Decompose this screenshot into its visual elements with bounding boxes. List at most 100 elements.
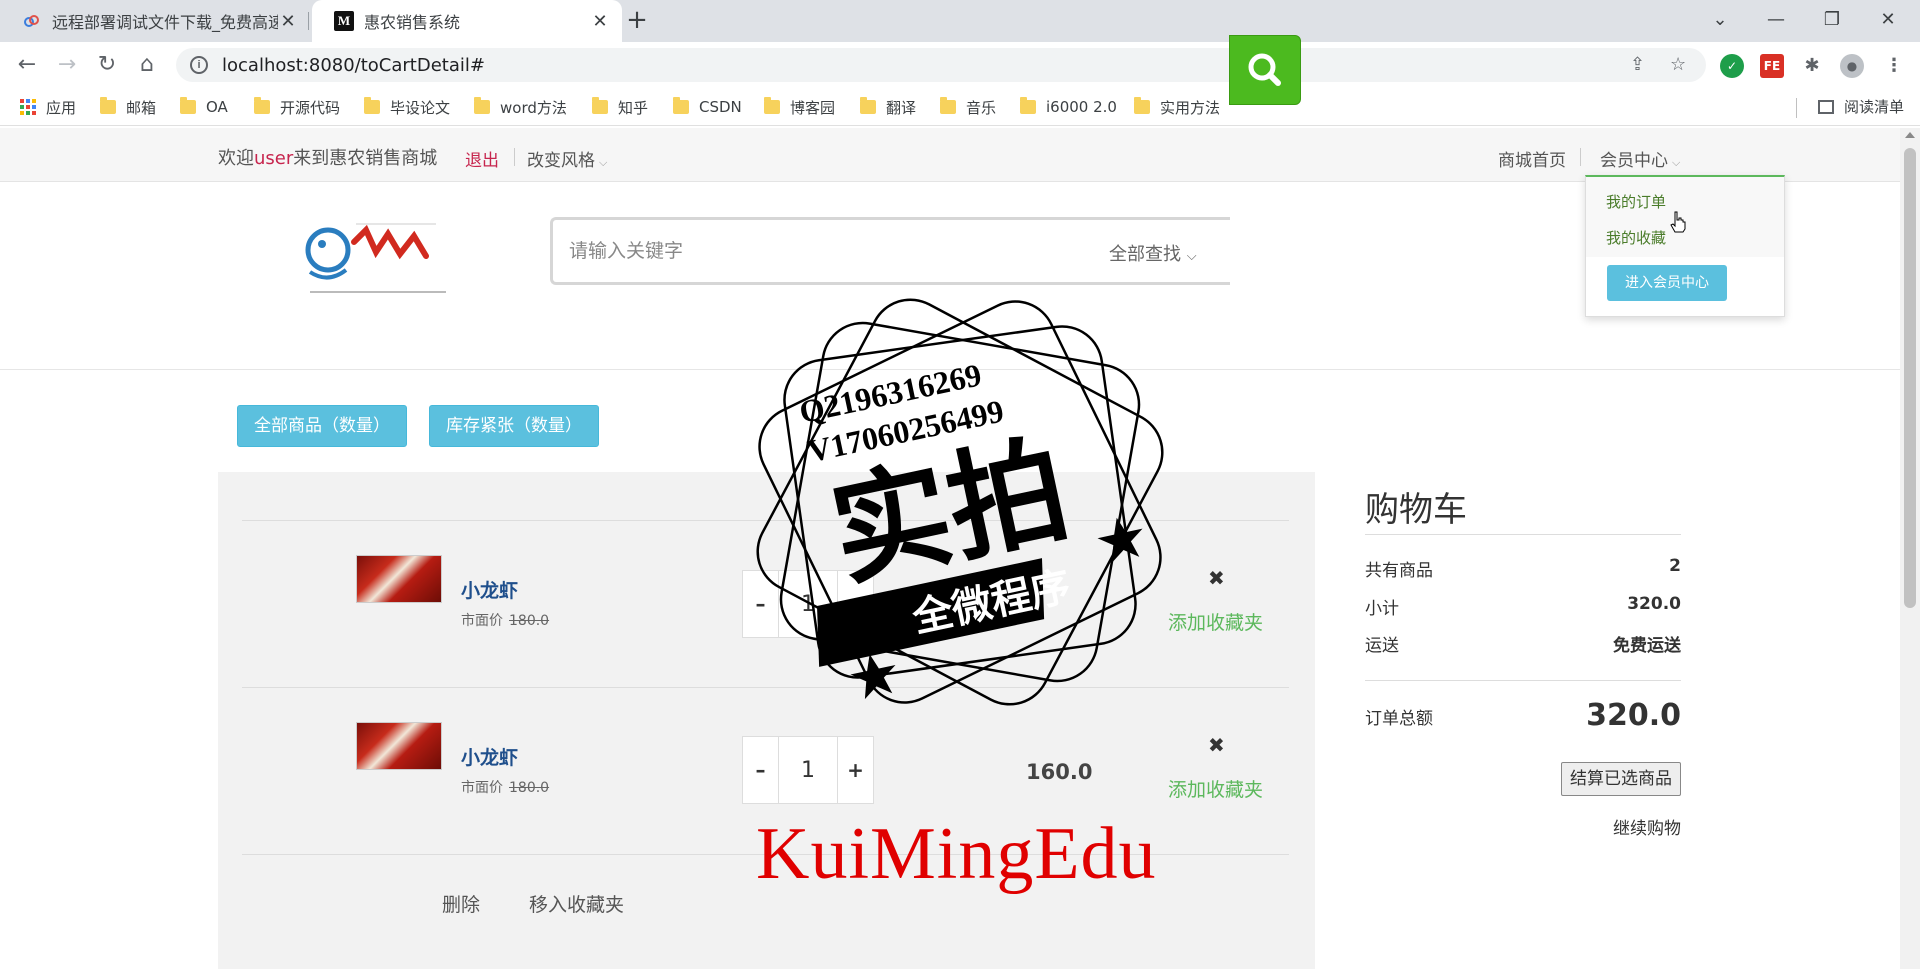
close-window-button[interactable]: ✕ xyxy=(1860,0,1916,42)
member-center-dropdown[interactable]: 会员中心 ⌵ xyxy=(1600,146,1680,171)
address-bar[interactable]: i localhost:8080/toCartDetail# ⇪ ☆ xyxy=(176,48,1706,82)
summary-divider xyxy=(1365,534,1681,535)
my-orders-link[interactable]: 我的订单 xyxy=(1606,191,1666,212)
folder-icon xyxy=(940,97,956,114)
share-icon[interactable]: ⇪ xyxy=(1630,54,1645,75)
checkout-button[interactable]: 结算已选商品 xyxy=(1561,762,1681,796)
welcome-suffix: 来到惠农销售商城 xyxy=(293,148,438,169)
browser-toolbar: ← → ↻ ⌂ i localhost:8080/toCartDetail# ⇪… xyxy=(0,42,1920,88)
decrease-button[interactable]: – xyxy=(743,737,779,803)
bookmark-label: 博客园 xyxy=(790,98,836,117)
home-icon[interactable]: ⌂ xyxy=(132,50,162,80)
logout-link[interactable]: 退出 xyxy=(465,146,499,171)
bookmark-folder[interactable]: 开源代码 xyxy=(254,96,340,118)
mall-home-link[interactable]: 商城首页 xyxy=(1498,146,1566,171)
item-price: 160.0 xyxy=(1026,760,1093,784)
minimize-button[interactable]: — xyxy=(1748,0,1804,42)
quantity-input[interactable] xyxy=(779,737,837,803)
fe-extension-icon[interactable]: FE xyxy=(1760,54,1784,78)
reload-icon[interactable]: ↻ xyxy=(92,50,122,80)
search-scope-label: 全部查找 xyxy=(1109,244,1181,265)
puzzle-extensions-icon[interactable]: ✱ xyxy=(1800,54,1824,78)
product-image[interactable] xyxy=(356,555,442,603)
bookmark-folder[interactable]: 博客园 xyxy=(764,96,835,118)
search-scope-select[interactable]: 全部查找 ⌵ xyxy=(1109,240,1197,266)
scroll-thumb[interactable] xyxy=(1904,148,1916,608)
product-name-link[interactable]: 小龙虾 xyxy=(461,576,518,603)
reading-list-button[interactable]: 阅读清单 xyxy=(1817,96,1904,117)
url-text: localhost:8080/toCartDetail# xyxy=(222,54,485,76)
folder-icon xyxy=(254,97,270,114)
market-price: 市面价 180.0 xyxy=(461,610,549,630)
tab-title: 远程部署调试文件下载_免费高速 xyxy=(52,13,278,32)
bookmark-apps[interactable]: 应用 xyxy=(20,96,76,118)
tab-remote-deploy[interactable]: 远程部署调试文件下载_免费高速 ✕ xyxy=(0,0,310,42)
search-button[interactable] xyxy=(1229,35,1301,105)
cart-title: 购物车 xyxy=(1365,490,1467,530)
bookmark-folder[interactable]: word方法 xyxy=(474,96,567,118)
new-tab-button[interactable]: + xyxy=(622,6,652,36)
bookmark-folder[interactable]: 知乎 xyxy=(592,96,648,118)
tab-close-icon[interactable]: ✕ xyxy=(590,11,610,32)
profile-avatar-icon[interactable]: ● xyxy=(1840,54,1864,78)
move-to-favorites-link[interactable]: 移入收藏夹 xyxy=(529,890,624,917)
reading-list-icon xyxy=(1817,99,1834,114)
bookmark-folder[interactable]: i6000 2.0 xyxy=(1020,96,1117,118)
tab-close-icon[interactable]: ✕ xyxy=(278,11,298,32)
market-price-label: 市面价 xyxy=(461,613,503,629)
bookmark-folder[interactable]: OA xyxy=(180,96,228,118)
product-image[interactable] xyxy=(356,722,442,770)
remove-item-icon[interactable]: ✖ xyxy=(1208,733,1225,757)
change-style-dropdown[interactable]: 改变风格 ⌵ xyxy=(527,146,607,171)
market-price-value: 180.0 xyxy=(509,780,550,796)
folder-icon xyxy=(1020,97,1036,114)
site-topbar: 欢迎user来到惠农销售商城 退出 改变风格 ⌵ 商城首页 会员中心 ⌵ xyxy=(0,128,1900,182)
low-stock-button[interactable]: 库存紧张（数量） xyxy=(429,405,599,447)
subtotal-value: 320.0 xyxy=(1627,594,1681,614)
folder-icon xyxy=(860,97,876,114)
increase-button[interactable]: + xyxy=(837,737,873,803)
folder-icon xyxy=(1134,97,1150,114)
bookmark-folder[interactable]: 毕设论文 xyxy=(364,96,450,118)
folder-icon xyxy=(764,97,780,114)
bookmark-folder[interactable]: 翻译 xyxy=(860,96,916,118)
page-scrollbar[interactable] xyxy=(1900,128,1920,969)
bookmark-label: 毕设论文 xyxy=(390,98,451,117)
bookmark-folder[interactable]: 音乐 xyxy=(940,96,996,118)
subtotal-label: 小计 xyxy=(1365,599,1399,619)
bookmark-folder[interactable]: 实用方法 xyxy=(1134,96,1220,118)
bookmark-star-icon[interactable]: ☆ xyxy=(1670,54,1686,75)
tab-huinong[interactable]: M 惠农销售系统 ✕ xyxy=(312,0,622,42)
add-to-favorites-link[interactable]: 添加收藏夹 xyxy=(1168,775,1263,802)
more-menu-icon[interactable]: ⋮ xyxy=(1882,54,1906,78)
my-favorites-link[interactable]: 我的收藏 xyxy=(1606,227,1666,248)
folder-icon xyxy=(673,97,689,114)
search-box: 全部查找 ⌵ xyxy=(550,217,1230,285)
chevron-down-icon: ⌵ xyxy=(599,156,608,169)
bookmark-label: 邮箱 xyxy=(126,98,157,117)
product-name-link[interactable]: 小龙虾 xyxy=(461,743,518,770)
delete-selected-link[interactable]: 删除 xyxy=(442,890,480,917)
remove-item-icon[interactable]: ✖ xyxy=(1208,566,1225,590)
back-arrow-icon[interactable]: ← xyxy=(12,50,42,80)
restore-button[interactable]: ❐ xyxy=(1804,0,1860,42)
shield-extension-icon[interactable]: ✓ xyxy=(1720,54,1744,78)
tab-search-chevron-icon[interactable]: ⌄ xyxy=(1692,0,1748,42)
cloud-favicon-icon xyxy=(22,11,42,31)
shipping-label: 运送 xyxy=(1365,636,1399,656)
site-info-icon[interactable]: i xyxy=(190,56,208,74)
bookmark-label: 知乎 xyxy=(618,98,649,117)
apps-grid-icon xyxy=(20,99,36,115)
username: user xyxy=(254,148,294,169)
bookmark-label: CSDN xyxy=(699,98,742,116)
bookmark-folder[interactable]: CSDN xyxy=(673,96,742,118)
m-favicon-icon: M xyxy=(334,11,354,31)
forward-arrow-icon[interactable]: → xyxy=(52,50,82,80)
search-input[interactable] xyxy=(569,234,1069,268)
all-goods-button[interactable]: 全部商品（数量） xyxy=(237,405,407,447)
continue-shopping-link[interactable]: 继续购物 xyxy=(1613,814,1681,839)
tab-divider xyxy=(308,12,309,30)
bookmark-folder[interactable]: 邮箱 xyxy=(100,96,156,118)
scroll-up-icon[interactable] xyxy=(1905,132,1915,138)
enter-member-center-button[interactable]: 进入会员中心 xyxy=(1607,265,1727,301)
